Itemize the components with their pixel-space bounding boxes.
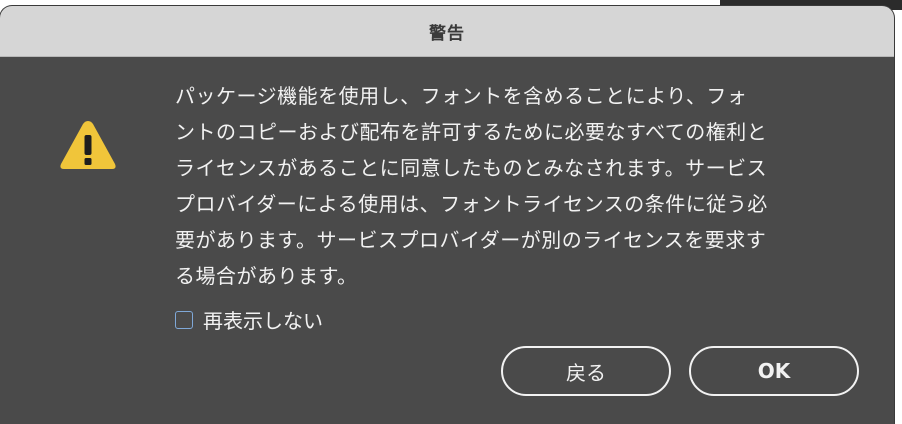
do-not-show-again-label[interactable]: 再表示しない: [203, 305, 323, 334]
warning-triangle-icon: [60, 121, 116, 169]
ok-button[interactable]: OK: [689, 346, 859, 396]
do-not-show-again-option[interactable]: 再表示しない: [175, 305, 323, 334]
warning-dialog: 警告 パッケージ機能を使用し、フォントを含めることにより、フォ ントのコピーおよ…: [0, 6, 894, 424]
dialog-title: 警告: [429, 23, 465, 44]
dialog-titlebar[interactable]: 警告: [0, 6, 894, 57]
warning-message: パッケージ機能を使用し、フォントを含めることにより、フォ ントのコピーおよび配布…: [175, 84, 768, 288]
do-not-show-again-checkbox[interactable]: [175, 310, 193, 329]
back-button[interactable]: 戻る: [501, 346, 671, 396]
